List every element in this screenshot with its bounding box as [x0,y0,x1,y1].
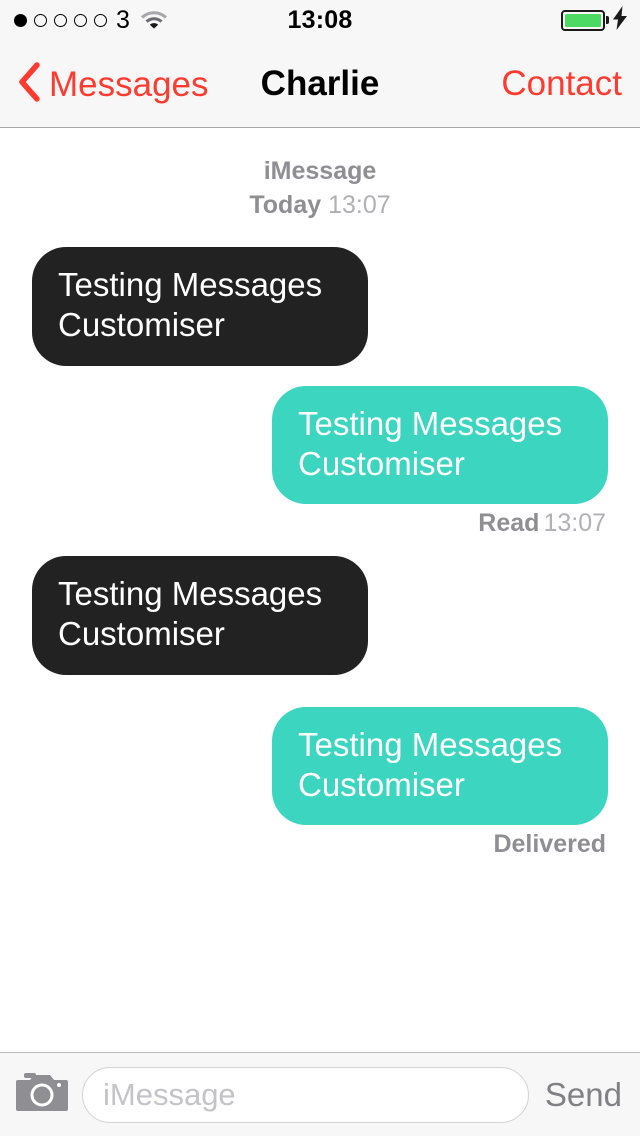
message-status-read: Read 13:07 [0,511,640,536]
status-bar-right [561,0,628,40]
status-bar: 3 13:08 [0,0,640,40]
message-row: Testing Messages Customiser [0,385,640,504]
battery-fill [565,13,601,27]
day-timestamp: Today 13:07 [0,189,640,221]
message-row: Testing Messages Customiser [0,706,640,825]
status-label: Read [478,509,540,537]
message-bubble-incoming[interactable]: Testing Messages Customiser [32,556,368,675]
status-bar-clock: 13:08 [287,5,353,34]
navigation-bar: Messages Charlie Contact [0,40,640,128]
battery-icon [561,9,605,31]
message-list[interactable]: iMessage Today 13:07 Testing Messages Cu… [0,129,640,1052]
send-button[interactable]: Send [541,1076,622,1114]
day-time: 13:07 [321,191,391,219]
message-bubble-outgoing[interactable]: Testing Messages Customiser [272,706,608,825]
messages-screen: 3 13:08 Messages Charlie Contact iMessag… [0,0,640,1136]
message-status-delivered: Delivered [0,832,640,857]
lightning-bolt-icon [612,5,628,35]
battery-cap [606,16,609,24]
service-label: iMessage [263,157,377,185]
message-row: Testing Messages Customiser [0,247,640,366]
status-label: Delivered [493,830,606,858]
day-label: Today [249,191,322,219]
status-time: 13:07 [543,509,606,537]
message-compose-toolbar: iMessage Send [0,1052,640,1136]
message-bubble-outgoing[interactable]: Testing Messages Customiser [272,385,608,504]
conversation-day-header: iMessage Today 13:07 [0,129,640,221]
message-bubble-incoming[interactable]: Testing Messages Customiser [32,247,368,366]
message-row: Testing Messages Customiser [0,556,640,675]
camera-button[interactable] [14,1067,70,1123]
message-input[interactable]: iMessage [82,1066,529,1123]
camera-icon [16,1071,68,1118]
contact-button[interactable]: Contact [501,40,622,128]
